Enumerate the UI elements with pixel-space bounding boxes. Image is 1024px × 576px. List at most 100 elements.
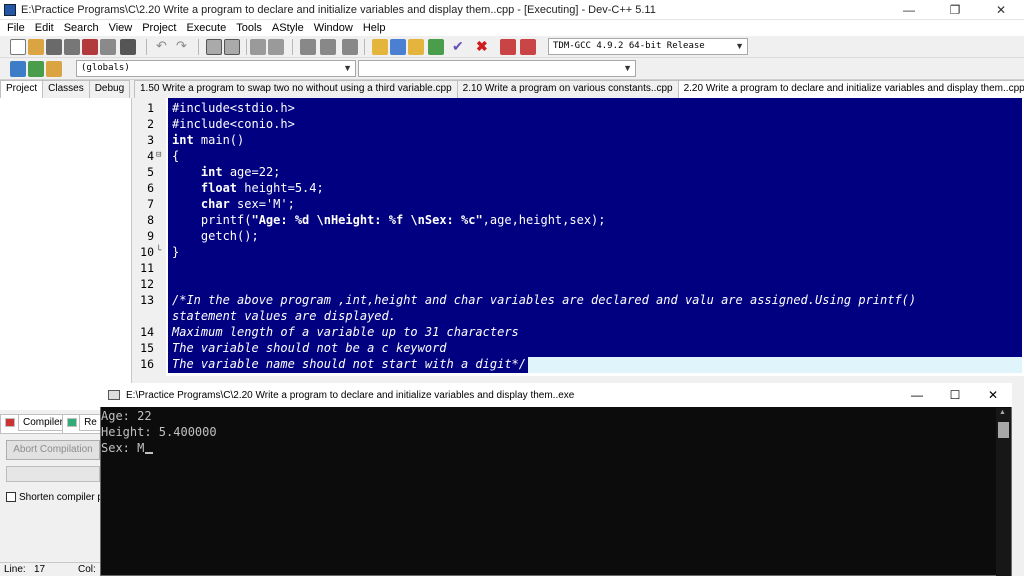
window-title: E:\Practice Programs\C\2.20 Write a prog…	[21, 3, 656, 16]
console-app-icon	[108, 390, 120, 400]
line-number: 11	[140, 261, 154, 275]
shorten-paths-checkbox[interactable]: Shorten compiler paths	[6, 490, 100, 504]
new-project-icon[interactable]	[10, 61, 26, 77]
save-all-icon[interactable]	[64, 39, 80, 55]
scroll-up-icon[interactable]: ▲	[999, 409, 1006, 416]
delete-profile-icon[interactable]	[520, 39, 536, 55]
tab-resources[interactable]: Re	[62, 414, 101, 434]
code-line-8: printf("Age: %d \nHeight: %f \nSex: %c",…	[172, 213, 606, 227]
stop-execution-icon[interactable]: ✖	[476, 39, 492, 55]
compile-icon[interactable]	[372, 39, 388, 55]
find-icon[interactable]	[206, 39, 222, 55]
editor-tab-constants[interactable]: 2.10 Write a program on various constant…	[456, 80, 679, 98]
undo-icon[interactable]: ↶	[156, 39, 172, 55]
close-file-icon[interactable]	[82, 39, 98, 55]
editor-tab-swap[interactable]: 1.50 Write a program to swap two no with…	[134, 80, 458, 98]
line-number: 1	[147, 101, 154, 115]
open-file-icon[interactable]	[28, 39, 44, 55]
indent-icon[interactable]	[300, 39, 316, 55]
console-minimize-button[interactable]: —	[898, 383, 936, 407]
tab-classes[interactable]: Classes	[42, 80, 90, 98]
line-number: 15	[140, 341, 154, 355]
status-line-label: Line:	[4, 564, 26, 575]
code-line-3: int main()	[172, 133, 245, 147]
line-number: 10	[140, 245, 154, 259]
menu-search[interactable]: Search	[59, 22, 104, 34]
line-number: 7	[147, 197, 154, 211]
tab-debug[interactable]: Debug	[88, 80, 131, 98]
resources-icon	[67, 417, 78, 427]
code-line-1: #include<stdio.h>	[172, 101, 295, 115]
console-scroll-thumb[interactable]	[998, 422, 1009, 438]
code-comment-2: statement values are displayed.	[172, 309, 396, 323]
scope-select[interactable]: (globals) ▼	[76, 60, 356, 77]
code-line-4: {	[172, 149, 180, 163]
run-icon[interactable]	[390, 39, 406, 55]
compiler-icon	[5, 417, 15, 427]
minimize-button[interactable]: —	[886, 0, 932, 20]
code-line-6: float height=5.4;	[200, 181, 324, 195]
code-line-9: getch();	[172, 229, 259, 243]
save-icon[interactable]	[46, 39, 62, 55]
redo-icon[interactable]: ↷	[176, 39, 192, 55]
menu-window[interactable]: Window	[309, 22, 358, 34]
console-output-line: Sex: M	[101, 441, 145, 455]
menu-astyle[interactable]: AStyle	[267, 22, 309, 34]
console-window[interactable]	[100, 383, 1012, 576]
profile-icon[interactable]	[500, 39, 516, 55]
chevron-down-icon: ▼	[623, 63, 632, 73]
bottom-tabs: Compiler Re	[0, 414, 101, 434]
menu-help[interactable]: Help	[358, 22, 391, 34]
function-select[interactable]: ▼	[358, 60, 636, 77]
maximize-button[interactable]: ❐	[932, 0, 978, 20]
menu-tools[interactable]: Tools	[231, 22, 267, 34]
tab-project[interactable]: Project	[0, 80, 44, 98]
new-file-icon[interactable]	[10, 39, 26, 55]
console-title: E:\Practice Programs\C\2.20 Write a prog…	[126, 389, 575, 401]
abort-compilation-button[interactable]: Abort Compilation	[6, 440, 100, 460]
devcpp-app-icon	[4, 3, 16, 16]
add-to-project-icon[interactable]	[28, 61, 44, 77]
menu-edit[interactable]: Edit	[30, 22, 59, 34]
line-number-gutter: 1 2 3 4 ⊟ 5 6 7 8 9 10 └ 11 12 13 14 15 …	[134, 98, 166, 376]
menu-execute[interactable]: Execute	[181, 22, 231, 34]
code-comment-5: The variable name should not start with …	[172, 357, 527, 371]
replace-icon[interactable]	[224, 39, 240, 55]
toggle-comment-icon[interactable]	[342, 39, 358, 55]
menu-file[interactable]: File	[2, 22, 30, 34]
selection-end	[528, 357, 1022, 373]
editor-tabs: 1.50 Write a program to swap two no with…	[134, 80, 1024, 98]
fold-minus-icon[interactable]: ⊟	[156, 150, 165, 160]
project-options-icon[interactable]	[46, 61, 62, 77]
status-col-label: Col:	[78, 564, 96, 575]
close-all-icon[interactable]	[100, 39, 116, 55]
code-line-10: }	[172, 245, 180, 259]
console-close-button[interactable]: ✕	[974, 383, 1012, 407]
tab-compiler[interactable]: Compiler	[0, 414, 64, 434]
line-number: 4	[147, 149, 154, 163]
bookmark-icon[interactable]	[268, 39, 284, 55]
line-number: 9	[147, 229, 154, 243]
unindent-icon[interactable]	[320, 39, 336, 55]
compile-run-icon[interactable]	[408, 39, 424, 55]
syntax-check-icon[interactable]: ✔	[452, 39, 468, 55]
editor-tab-variables[interactable]: 2.20 Write a program to declare and init…	[677, 80, 1024, 98]
rebuild-icon[interactable]	[428, 39, 444, 55]
code-line-2: #include<conio.h>	[172, 117, 295, 131]
status-line-value: 17	[34, 564, 46, 575]
code-comment-1: /*In the above program ,int,height and c…	[172, 293, 917, 307]
main-toolbar: ↶ ↷ ✔ ✖ TDM-GCC 4.9.2 64-bit Release ▼	[0, 36, 1024, 58]
print-icon[interactable]	[120, 39, 136, 55]
line-number: 14	[140, 325, 154, 339]
checkbox-icon[interactable]	[6, 492, 16, 502]
compiler-select[interactable]: TDM-GCC 4.9.2 64-bit Release ▼	[548, 38, 748, 55]
console-maximize-button[interactable]: ☐	[936, 383, 974, 407]
close-button[interactable]: ✕	[978, 0, 1024, 20]
console-title-bar: E:\Practice Programs\C\2.20 Write a prog…	[100, 383, 1012, 407]
compile-progress-bar	[6, 466, 100, 482]
goto-line-icon[interactable]	[250, 39, 266, 55]
line-number: 13	[140, 293, 154, 307]
menu-view[interactable]: View	[104, 22, 138, 34]
menu-project[interactable]: Project	[137, 22, 181, 34]
ide-right-edge	[1012, 383, 1024, 576]
